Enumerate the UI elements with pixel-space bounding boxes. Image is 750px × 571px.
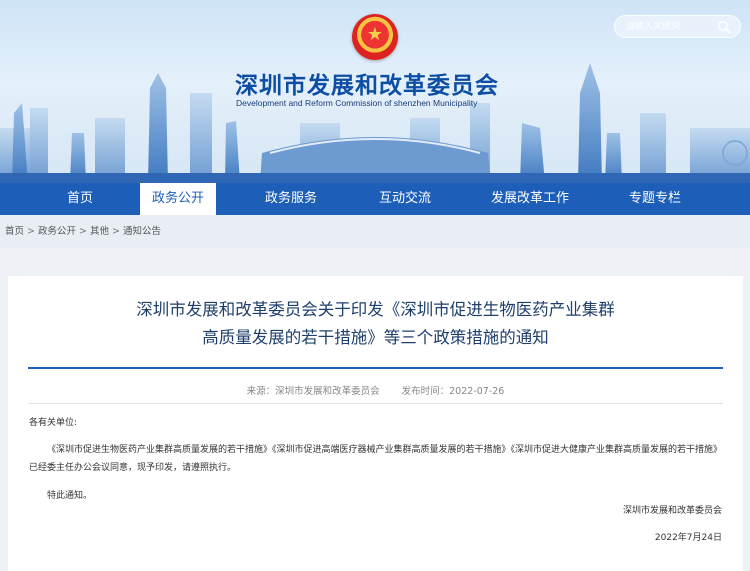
breadcrumb-separator: >: [27, 226, 35, 237]
nav-item-government-services[interactable]: 政务服务: [240, 183, 342, 215]
article-title-line-2: 高质量发展的若干措施》等三个政策措施的通知: [202, 328, 549, 347]
nav-item-interaction[interactable]: 互动交流: [355, 183, 455, 215]
nav-item-special-topics[interactable]: 专题专栏: [605, 183, 705, 215]
article-salutation: 各有关单位:: [29, 418, 78, 428]
nav-item-government-affairs-disclosure[interactable]: 政务公开: [140, 183, 216, 215]
breadcrumb-separator: >: [111, 226, 120, 237]
article-publish-date: 发布时间：2022-07-26: [401, 386, 505, 397]
breadcrumb-notices[interactable]: 通知公告: [123, 226, 161, 237]
meta-divider: [28, 403, 723, 404]
article-meta: 来源：深圳市发展和改革委员会 发布时间：2022-07-26: [8, 383, 743, 397]
title-divider: [28, 367, 723, 369]
breadcrumb-other[interactable]: 其他: [90, 226, 109, 237]
article-closing: 特此通知。: [47, 491, 93, 501]
article-source: 来源：深圳市发展和改革委员会: [246, 386, 380, 397]
article-paragraph: 《深圳市促进生物医药产业集群高质量发展的若干措施》《深圳市促进高端医疗器械产业集…: [29, 445, 723, 473]
article-title-line-1: 深圳市发展和改革委员会关于印发《深圳市促进生物医药产业集群: [136, 300, 615, 319]
article-signature: 深圳市发展和改革委员会: [622, 506, 722, 516]
breadcrumb-separator: >: [79, 226, 87, 237]
search-input[interactable]: [626, 19, 716, 35]
national-emblem-icon: ★: [352, 14, 398, 60]
site-subtitle: Development and Reform Commission of she…: [236, 98, 478, 108]
search-box: [614, 15, 741, 38]
article-panel: 深圳市发展和改革委员会关于印发《深圳市促进生物医药产业集群 高质量发展的若干措施…: [8, 276, 743, 571]
site-title: 深圳市发展和改革委员会: [235, 73, 499, 99]
article-body: 各有关单位: 《深圳市促进生物医药产业集群高质量发展的若干措施》《深圳市促进高端…: [29, 414, 724, 505]
article-title: 深圳市发展和改革委员会关于印发《深圳市促进生物医药产业集群 高质量发展的若干措施…: [8, 296, 743, 352]
article-sign-date: 2022年7月24日: [654, 533, 722, 543]
breadcrumb-government-affairs[interactable]: 政务公开: [38, 226, 76, 237]
main-nav: 首页 政务公开 政务服务 互动交流 发展改革工作 专题专栏: [0, 183, 750, 215]
breadcrumb: 首页 > 政务公开 > 其他 > 通知公告: [0, 215, 750, 248]
search-icon[interactable]: [717, 20, 731, 34]
nav-item-home[interactable]: 首页: [25, 183, 135, 215]
header-banner: ★ 深圳市发展和改革委员会 Development and Reform Com…: [0, 0, 750, 183]
nav-item-development-reform-work[interactable]: 发展改革工作: [475, 183, 585, 215]
breadcrumb-home[interactable]: 首页: [5, 226, 24, 237]
